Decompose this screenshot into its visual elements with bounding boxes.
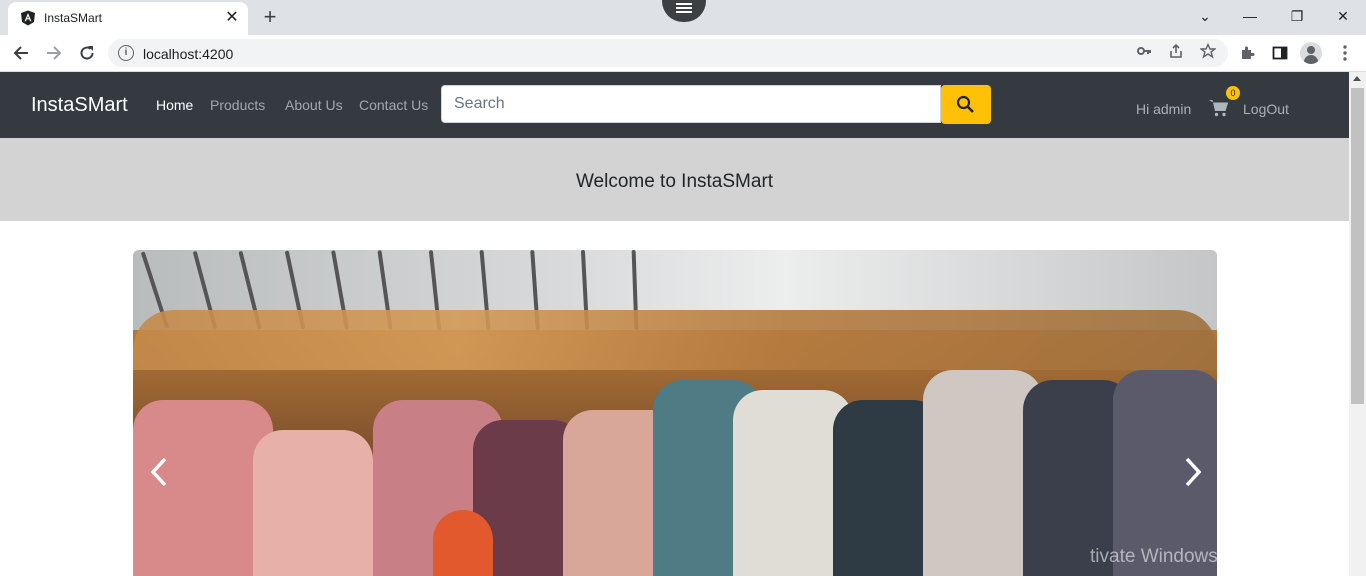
browser-toolbar: i localhost:4200	[0, 35, 1366, 72]
arrow-left-icon	[13, 46, 28, 60]
carousel-next-button[interactable]	[1177, 455, 1207, 489]
scroll-up-arrow-icon[interactable]	[1353, 76, 1361, 81]
site-navbar: InstaSMart Home Products About Us Contac…	[0, 72, 1349, 138]
tab-title: InstaSMart	[44, 11, 103, 25]
bookmark-star-icon[interactable]	[1198, 42, 1218, 63]
nav-link-about[interactable]: About Us	[285, 97, 343, 113]
side-panel-icon[interactable]	[1268, 41, 1292, 65]
search-input[interactable]	[441, 85, 941, 123]
share-icon[interactable]	[1166, 43, 1186, 63]
nav-link-products[interactable]: Products	[210, 97, 265, 113]
close-window-button[interactable]: ✕	[1329, 4, 1357, 28]
search-icon	[956, 95, 974, 113]
site-info-icon[interactable]: i	[118, 45, 134, 61]
tab-search-button[interactable]	[662, 0, 706, 22]
shopping-cart-icon[interactable]	[1209, 99, 1229, 117]
profile-avatar-icon[interactable]	[1300, 42, 1322, 64]
minimize-button[interactable]: —	[1236, 4, 1264, 28]
welcome-banner: Welcome to InstaSMart	[0, 138, 1349, 221]
browser-tab[interactable]: InstaSMart ✕	[8, 2, 248, 35]
key-icon[interactable]	[1134, 43, 1154, 63]
arrow-right-icon	[47, 46, 62, 60]
brand-logo[interactable]: InstaSMart	[31, 94, 128, 117]
restore-button[interactable]: ❐	[1283, 4, 1311, 28]
back-button[interactable]	[9, 41, 33, 65]
nav-link-contact[interactable]: Contact Us	[359, 97, 428, 113]
scroll-thumb[interactable]	[1351, 88, 1364, 404]
activation-watermark: tivate Windows	[1090, 546, 1218, 567]
user-greeting: Hi admin	[1136, 101, 1192, 117]
angular-logo-icon	[21, 10, 35, 26]
tab-close-button[interactable]: ✕	[222, 8, 242, 28]
new-tab-button[interactable]: +	[258, 5, 282, 29]
hero-carousel	[133, 250, 1217, 576]
address-bar[interactable]: i localhost:4200	[108, 39, 1228, 67]
extensions-puzzle-icon[interactable]	[1236, 41, 1260, 65]
reload-icon	[80, 46, 94, 60]
carousel-prev-button[interactable]	[145, 455, 175, 489]
welcome-heading: Welcome to InstaSMart	[575, 171, 774, 192]
page-scrollbar[interactable]	[1349, 72, 1366, 576]
carousel-slide-image	[133, 250, 1217, 576]
browser-tabstrip: InstaSMart ✕ + ⌄ — ❐ ✕	[0, 0, 1366, 35]
search-button[interactable]	[941, 85, 991, 124]
nav-link-home[interactable]: Home	[156, 97, 193, 113]
menu-icon	[676, 3, 692, 13]
chevron-left-icon	[150, 457, 167, 487]
tab-list-dropdown-button[interactable]: ⌄	[1191, 4, 1219, 28]
reload-button[interactable]	[75, 41, 99, 65]
url-text[interactable]: localhost:4200	[143, 46, 233, 62]
logout-link[interactable]: LogOut	[1243, 101, 1289, 117]
page-viewport: InstaSMart Home Products About Us Contac…	[0, 72, 1349, 576]
cart-count-badge: 0	[1226, 86, 1240, 100]
kebab-menu-icon[interactable]	[1333, 41, 1357, 65]
forward-button[interactable]	[42, 41, 66, 65]
chevron-right-icon	[1185, 457, 1202, 487]
